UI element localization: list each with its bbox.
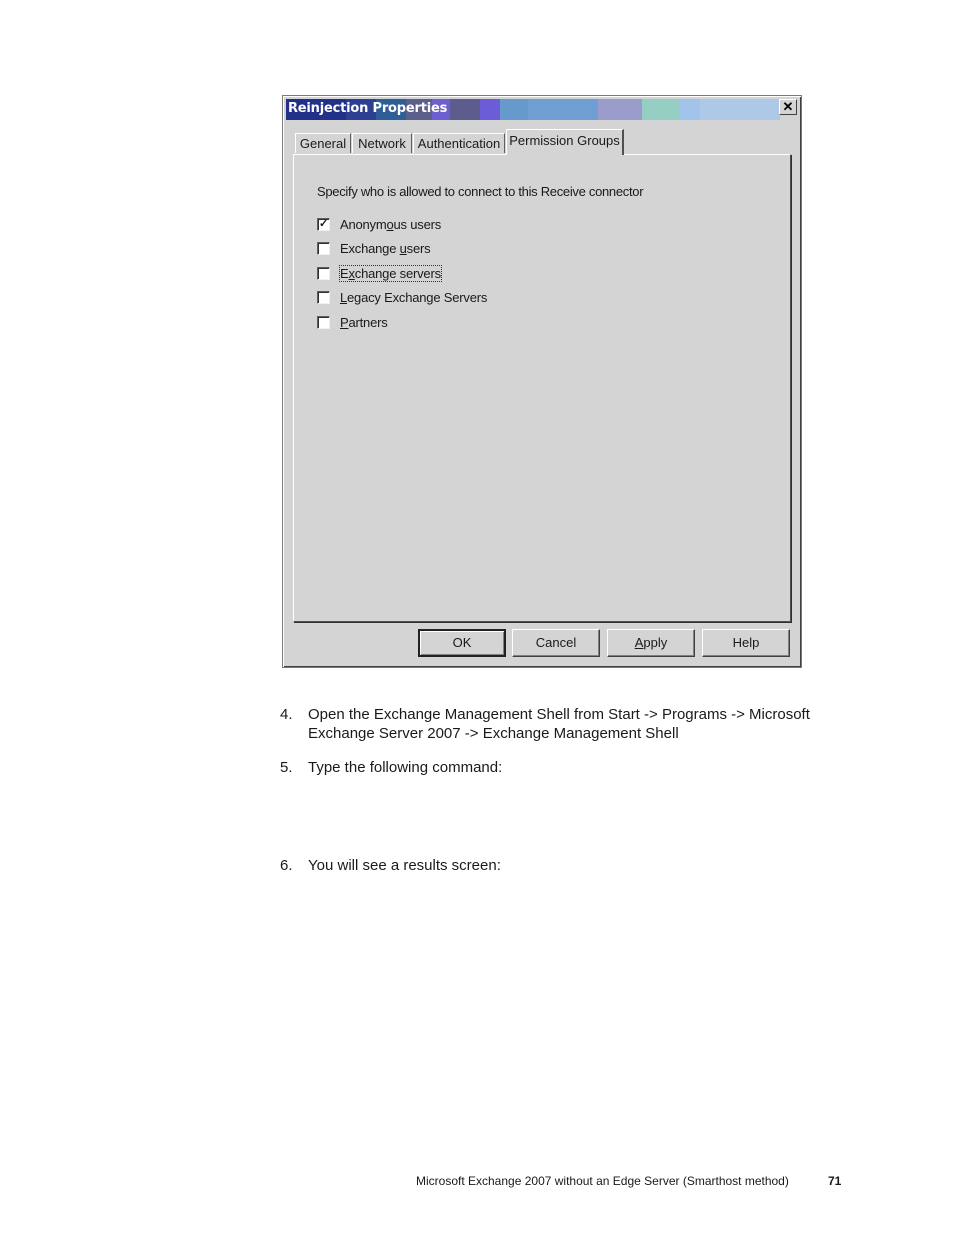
title-bar-segment: [528, 99, 598, 120]
checkbox-legacy-exchange-servers[interactable]: Legacy Exchange Servers: [317, 288, 487, 306]
step-text: Open the Exchange Management Shell from …: [308, 706, 810, 723]
checkbox-label: Partners: [340, 314, 388, 330]
page-number: 71: [828, 1174, 842, 1188]
close-icon: ✕: [782, 99, 794, 114]
step-text: You will see a results screen:: [308, 857, 501, 874]
step-text: Exchange Server 2007 -> Exchange Managem…: [308, 725, 679, 742]
reinjection-properties-dialog: Reinjection Properties ✕ General Network…: [282, 95, 802, 668]
checkbox-partners[interactable]: Partners: [317, 313, 388, 331]
panel-description: Specify who is allowed to connect to thi…: [317, 184, 644, 199]
close-button[interactable]: ✕: [779, 99, 797, 115]
title-bar-segment: [500, 99, 528, 120]
checkbox[interactable]: [317, 315, 330, 329]
step-number: 5.: [280, 759, 293, 776]
step-number: 6.: [280, 857, 293, 874]
title-bar-segment: [450, 99, 480, 120]
checkbox-exchange-servers[interactable]: Exchange servers: [317, 264, 442, 282]
ok-button[interactable]: OK: [418, 629, 506, 657]
checkbox-label: Anonymous users: [340, 216, 442, 232]
step-text: Type the following command:: [308, 759, 503, 776]
checkbox-anonymous-users[interactable]: ✓ Anonymous users: [317, 215, 441, 233]
apply-button[interactable]: Apply: [607, 629, 695, 657]
checkbox[interactable]: [317, 290, 330, 304]
permission-groups-panel: Specify who is allowed to connect to thi…: [293, 154, 791, 622]
checkbox-exchange-users[interactable]: Exchange users: [317, 239, 431, 257]
title-bar-segment: [480, 99, 500, 120]
checkbox-label: Exchange servers: [339, 264, 442, 282]
footer-title: Microsoft Exchange 2007 without an Edge …: [416, 1174, 789, 1188]
help-button[interactable]: Help: [702, 629, 790, 657]
tab-permission-groups[interactable]: Permission Groups: [506, 129, 624, 155]
title-bar-segment: [700, 99, 780, 120]
dialog-title: Reinjection Properties: [288, 101, 448, 116]
step-number: 4.: [280, 706, 293, 723]
title-bar-segment: [642, 99, 680, 120]
checkbox-label: Exchange users: [340, 240, 431, 256]
cancel-button[interactable]: Cancel: [512, 629, 600, 657]
checkbox[interactable]: ✓: [317, 217, 330, 231]
checkbox-label: Legacy Exchange Servers: [340, 289, 488, 305]
title-bar-segment: [680, 99, 700, 120]
title-bar-segment: [598, 99, 642, 120]
checkbox[interactable]: [317, 241, 330, 255]
tab-authentication[interactable]: Authentication: [413, 133, 505, 153]
tab-network[interactable]: Network: [352, 133, 412, 153]
tab-general[interactable]: General: [295, 133, 351, 153]
checkbox[interactable]: [317, 266, 330, 280]
